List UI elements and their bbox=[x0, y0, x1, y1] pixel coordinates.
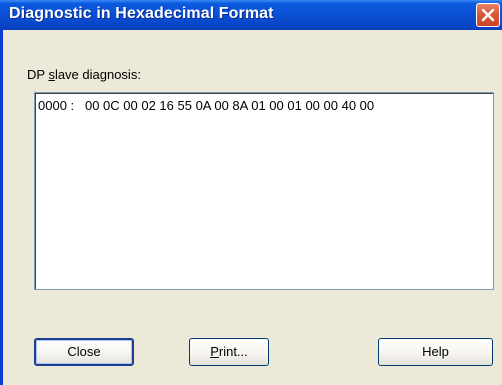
print-mnemonic: P bbox=[210, 344, 219, 359]
close-icon bbox=[481, 8, 495, 22]
window-close-button[interactable] bbox=[476, 3, 500, 27]
label-text-post: lave diagnosis: bbox=[54, 67, 141, 82]
label-text-pre: DP bbox=[27, 67, 49, 82]
window-title: Diagnostic in Hexadecimal Format bbox=[9, 5, 274, 22]
close-button-label: Close bbox=[67, 344, 101, 359]
title-bar[interactable]: Diagnostic in Hexadecimal Format bbox=[0, 0, 502, 30]
print-label-rest: rint... bbox=[218, 344, 248, 359]
hex-line: 0000 : 00 0C 00 02 16 55 0A 00 8A 01 00 … bbox=[38, 98, 375, 113]
print-button[interactable]: Print... bbox=[189, 338, 269, 366]
dialog-window: Diagnostic in Hexadecimal Format DP slav… bbox=[0, 0, 502, 385]
hex-diagnosis-textbox[interactable]: 0000 : 00 0C 00 02 16 55 0A 00 8A 01 00 … bbox=[34, 92, 494, 290]
help-button[interactable]: Help bbox=[378, 338, 493, 366]
help-button-label: Help bbox=[422, 344, 449, 359]
dp-slave-diagnosis-label: DP slave diagnosis: bbox=[27, 67, 141, 82]
close-button[interactable]: Close bbox=[34, 338, 134, 366]
